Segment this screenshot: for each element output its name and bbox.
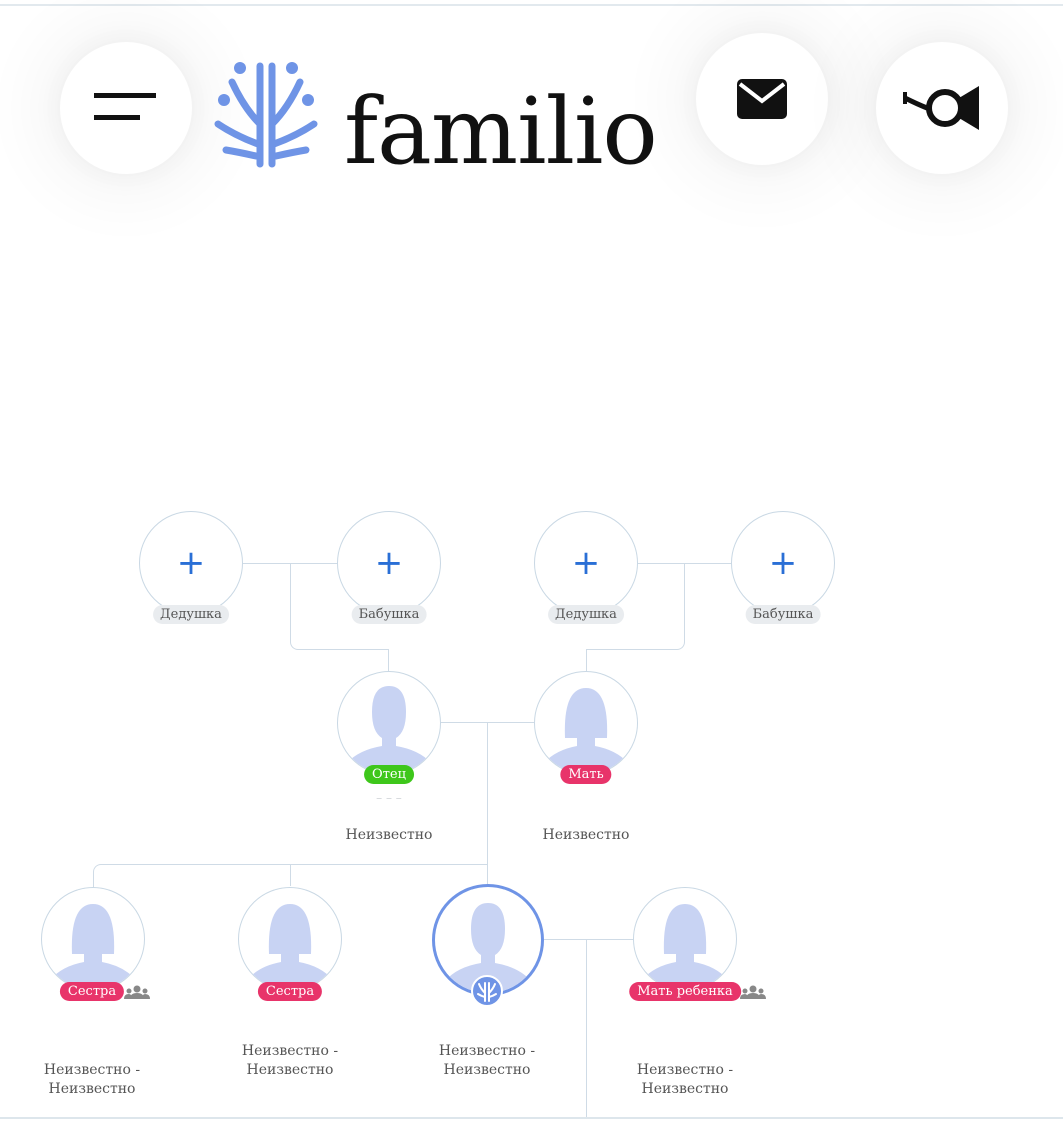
plus-icon: + xyxy=(571,543,601,583)
child-mother-badge: Мать ребенка xyxy=(629,982,741,1001)
sister-dates-end: Неизвестно xyxy=(246,1062,334,1078)
female-avatar-icon xyxy=(543,688,629,774)
child-mother-dates-start: Неизвестно - xyxy=(636,1062,734,1078)
notifications-button[interactable] xyxy=(876,42,1008,174)
sister-dates-end: Неизвестно xyxy=(48,1081,136,1097)
plus-icon: + xyxy=(768,543,798,583)
plus-icon: + xyxy=(176,543,206,583)
add-grandfather-maternal[interactable]: + xyxy=(534,511,638,615)
female-avatar-icon xyxy=(247,904,333,990)
add-grandmother-maternal[interactable]: + xyxy=(731,511,835,615)
father-node[interactable] xyxy=(337,671,441,775)
sister-badge: Сестра xyxy=(257,982,323,1001)
sister-badge: Сестра xyxy=(59,982,125,1001)
grandfather-label: Дедушка xyxy=(548,605,624,624)
add-grandfather-paternal[interactable]: + xyxy=(139,511,243,615)
top-divider xyxy=(0,4,1063,6)
sister-dates-start: Неизвестно - xyxy=(43,1062,141,1078)
connector xyxy=(586,649,587,671)
bottom-divider xyxy=(0,1117,1063,1119)
add-grandmother-paternal[interactable]: + xyxy=(337,511,441,615)
self-dates-end: Неизвестно xyxy=(443,1062,531,1078)
child-mother-node[interactable] xyxy=(633,887,737,991)
messages-button[interactable] xyxy=(696,33,828,165)
logo-wordmark: familio xyxy=(344,78,658,185)
menu-button[interactable] xyxy=(60,42,192,174)
family-group-icon[interactable] xyxy=(740,985,766,999)
connector xyxy=(586,939,587,1119)
connector xyxy=(541,939,633,940)
connector xyxy=(290,864,291,886)
my-profile-icon xyxy=(471,975,503,1007)
familio-logo[interactable]: familio xyxy=(210,52,690,178)
grandmother-label: Бабушка xyxy=(745,605,821,624)
father-badge: Отец xyxy=(364,765,414,784)
sister-node[interactable] xyxy=(41,887,145,991)
male-avatar-icon xyxy=(346,686,432,774)
family-group-icon[interactable] xyxy=(124,985,150,999)
grandmother-label: Бабушка xyxy=(351,605,427,624)
plus-icon: + xyxy=(374,543,404,583)
connector xyxy=(388,649,389,671)
mother-node[interactable] xyxy=(534,671,638,775)
tree-logo-icon xyxy=(214,62,318,168)
menu-icon xyxy=(94,93,156,120)
connector xyxy=(487,722,488,885)
sister-dates-start: Неизвестно - xyxy=(241,1043,339,1059)
female-avatar-icon xyxy=(642,904,728,990)
grandfather-label: Дедушка xyxy=(153,605,229,624)
mother-badge: Мать xyxy=(560,765,612,784)
father-dates: Неизвестно xyxy=(345,827,433,843)
mail-icon xyxy=(737,79,787,119)
child-mother-dates-end: Неизвестно xyxy=(641,1081,729,1097)
father-name-hidden: – – – xyxy=(376,791,402,805)
post-horn-icon xyxy=(903,86,979,130)
sister-node[interactable] xyxy=(238,887,342,991)
mother-dates: Неизвестно xyxy=(542,827,630,843)
female-avatar-icon xyxy=(50,904,136,990)
self-dates-start: Неизвестно - xyxy=(438,1043,536,1059)
